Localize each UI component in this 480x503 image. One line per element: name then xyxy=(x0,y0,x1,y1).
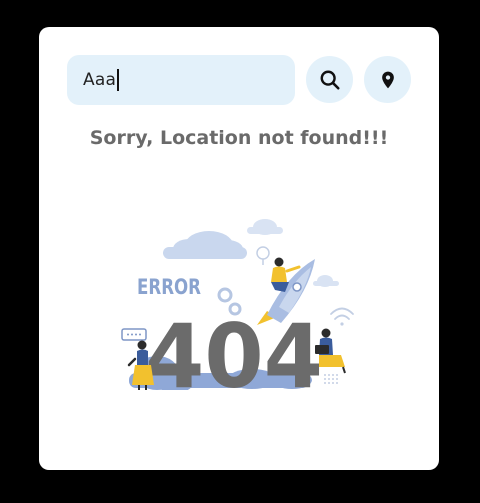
lightbulb-icon xyxy=(256,246,270,265)
wifi-icon xyxy=(330,307,354,326)
chat-bubble-icon xyxy=(121,328,147,341)
cloud-icon xyxy=(163,231,247,259)
search-input[interactable]: Aaa xyxy=(67,55,295,105)
error-code: 404 xyxy=(145,305,323,390)
text-caret xyxy=(117,69,119,91)
error-404-illustration: ERROR 404 xyxy=(121,219,354,390)
error-label: ERROR xyxy=(137,275,201,299)
weather-card: Aaa Sorry, Location not found!!! ERROR 4… xyxy=(39,27,439,470)
location-pin-icon xyxy=(381,71,394,88)
search-input-value[interactable]: Aaa xyxy=(83,70,116,90)
not-found-message: Sorry, Location not found!!! xyxy=(89,127,389,149)
search-icon xyxy=(320,70,340,90)
search-button[interactable] xyxy=(306,56,353,103)
dot-grid xyxy=(324,374,338,384)
location-button[interactable] xyxy=(364,56,411,103)
cloud-icon xyxy=(247,219,283,235)
cloud-icon xyxy=(313,275,339,287)
